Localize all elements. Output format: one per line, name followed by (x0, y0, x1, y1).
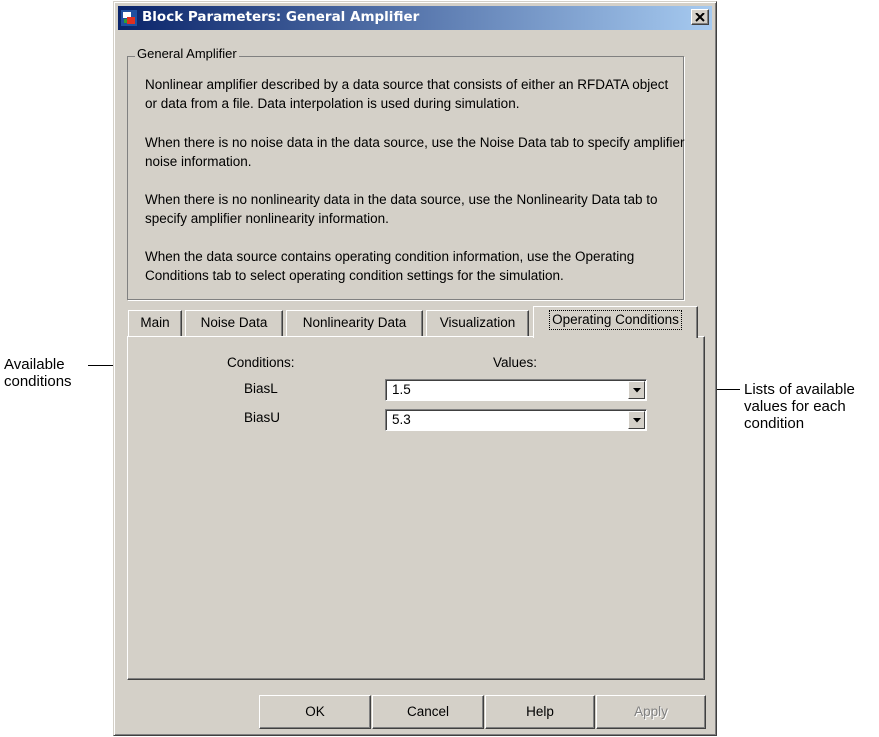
conditions-header: Conditions: (227, 355, 295, 370)
close-button[interactable] (691, 9, 709, 25)
annotation-right-line-1: Lists of available (744, 381, 855, 398)
biasl-dropdown-button[interactable] (628, 381, 645, 399)
simulink-block-icon (121, 10, 137, 26)
tab-main[interactable]: Main (128, 310, 182, 337)
tab-nonlinearity-data[interactable]: Nonlinearity Data (286, 310, 423, 337)
apply-button[interactable]: Apply (596, 695, 706, 729)
ok-button[interactable]: OK (259, 695, 371, 729)
tab-operating-conditions-label: Operating Conditions (549, 310, 682, 330)
annotation-left: Available conditions (4, 356, 72, 390)
biasl-selected-value: 1.5 (392, 382, 411, 397)
description-paragraph-3: When there is no nonlinearity data in th… (145, 192, 658, 226)
tab-noise-data-label: Noise Data (200, 315, 268, 330)
biasu-value-select[interactable]: 5.3 (385, 409, 647, 431)
tab-visualization-label: Visualization (439, 315, 516, 330)
tab-noise-data[interactable]: Noise Data (185, 310, 283, 337)
condition-label-biasu: BiasU (244, 410, 281, 425)
biasu-dropdown-button[interactable] (628, 411, 645, 429)
window-title: Block Parameters: General Amplifier (142, 9, 420, 25)
title-bar[interactable]: Block Parameters: General Amplifier (118, 6, 712, 30)
description-paragraph-4: When the data source contains operating … (145, 249, 635, 283)
annotation-right-line-2: values for each (744, 398, 846, 415)
tab-main-label: Main (140, 315, 170, 330)
chevron-down-icon (632, 387, 641, 392)
biasu-selected-value: 5.3 (392, 412, 411, 427)
condition-label-biasl: BiasL (244, 381, 278, 396)
annotation-right-line-3: condition (744, 415, 805, 432)
close-icon (695, 12, 705, 22)
tab-visualization[interactable]: Visualization (426, 310, 529, 337)
values-header: Values: (493, 355, 538, 370)
cancel-button[interactable]: Cancel (372, 695, 484, 729)
tab-nonlinearity-data-label: Nonlinearity Data (302, 315, 407, 330)
annotation-right: Lists of available values for each condi… (744, 381, 855, 432)
annotation-left-line-2: conditions (4, 373, 72, 390)
annotation-left-line-1: Available (4, 356, 65, 373)
chevron-down-icon (632, 417, 641, 422)
tab-operating-conditions[interactable]: Operating Conditions (533, 306, 698, 338)
biasl-value-select[interactable]: 1.5 (385, 379, 647, 401)
groupbox-title: General Amplifier (135, 45, 239, 63)
help-button[interactable]: Help (485, 695, 595, 729)
description-paragraph-2: When there is no noise data in the data … (145, 135, 685, 169)
description-paragraph-1: Nonlinear amplifier described by a data … (145, 77, 669, 111)
